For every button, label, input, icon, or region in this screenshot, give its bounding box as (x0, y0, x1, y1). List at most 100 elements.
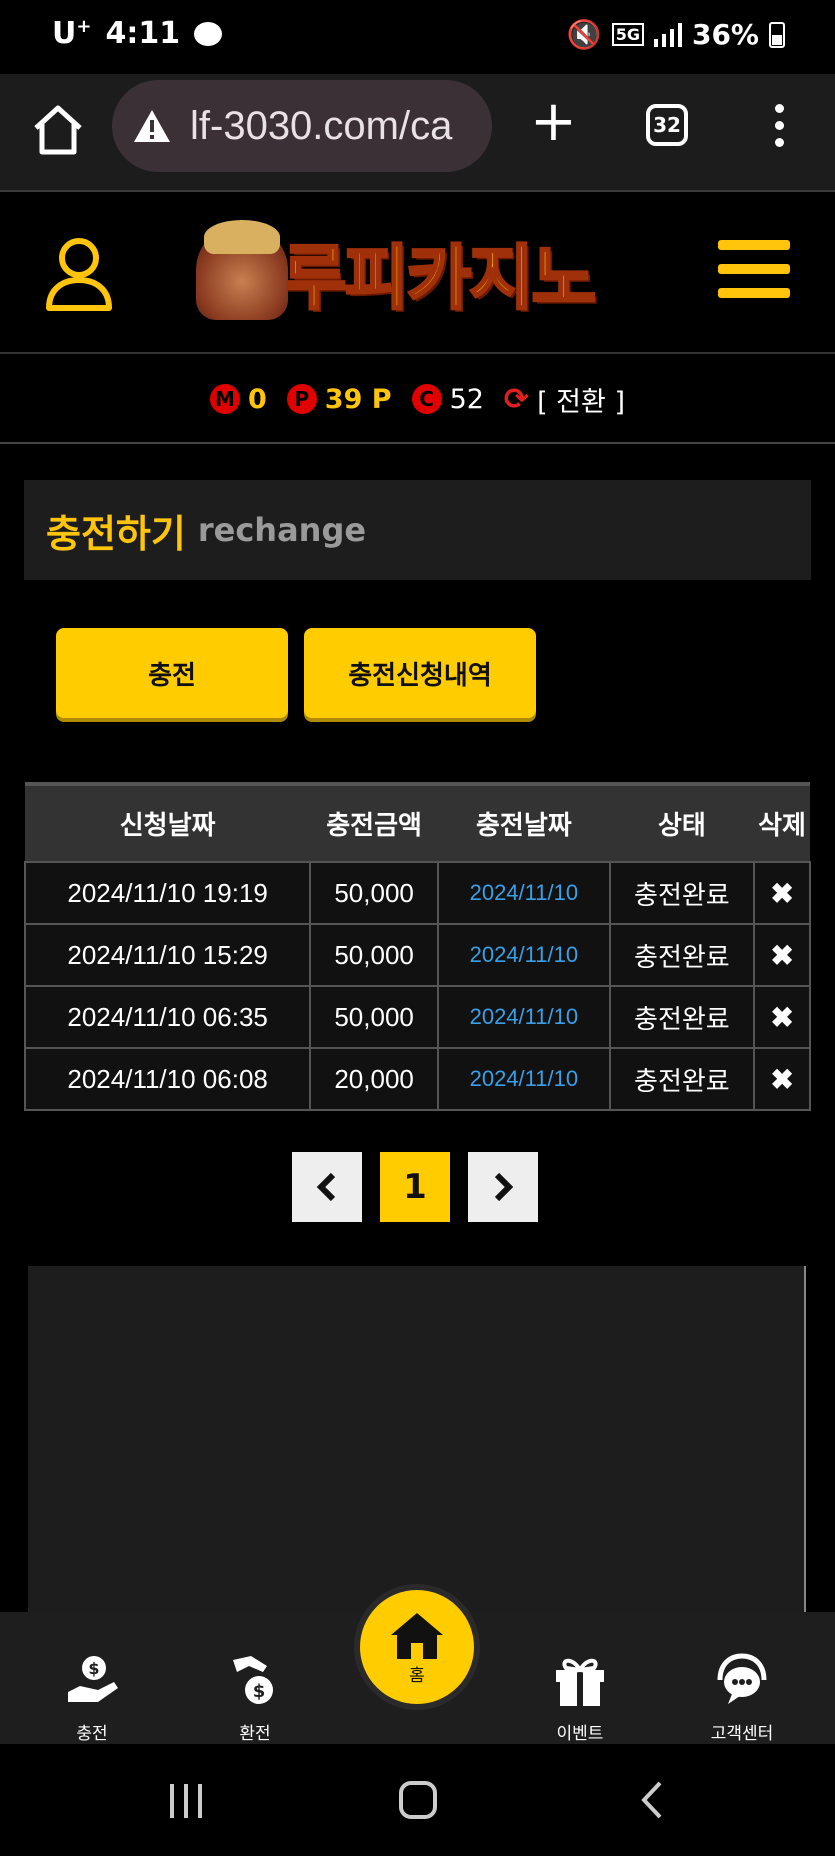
nav-support-label: 고객센터 (710, 1724, 774, 1744)
address-bar[interactable]: lf-3030.com/ca (112, 80, 492, 172)
cell-request-date: 2024/11/10 19:19 (23, 861, 312, 925)
nav-event-label: 이벤트 (556, 1724, 604, 1744)
points-bar: M 0 P 39 P C 52 ⟳ [ 전환 ] (0, 356, 835, 444)
more-menu-icon[interactable] (772, 104, 786, 147)
header-request-date: 신청날짜 (25, 782, 311, 862)
site-header: 루피카지노 (0, 192, 835, 354)
battery-icon (769, 21, 785, 48)
point-badge-icon: P (286, 384, 317, 414)
charge-button[interactable]: 충전 (56, 628, 288, 718)
warning-icon (134, 110, 170, 142)
carrier-name: U (52, 16, 77, 51)
cell-charge-date: 2024/11/10 (437, 923, 611, 987)
nav-exchange-label: 환전 (239, 1724, 271, 1744)
header-amount: 충전금액 (310, 782, 438, 862)
back-icon[interactable] (638, 1780, 668, 1820)
hand-coin-icon: $ (68, 1656, 118, 1702)
logo-character-image (196, 220, 288, 320)
convert-link[interactable]: [ 전환 ] (537, 380, 625, 419)
content-panel (28, 1266, 806, 1616)
home-square-icon[interactable] (398, 1780, 438, 1820)
nav-charge[interactable]: $ 충전 (32, 1652, 152, 1744)
url-text: lf-3030.com/ca (190, 103, 453, 148)
page-number-button[interactable]: 1 (380, 1152, 450, 1222)
house-icon (391, 1612, 443, 1659)
android-nav-bar (0, 1744, 835, 1856)
delete-icon[interactable]: ✖ (753, 985, 811, 1049)
user-icon[interactable] (44, 236, 114, 312)
bottom-nav: $ 충전 $ 환전 홈 이벤트 고객센터 (0, 1584, 835, 1744)
table-row: 2024/11/10 06:08 20,000 2024/11/10 충전완료 … (23, 1047, 811, 1111)
clock: 4:11 (105, 16, 181, 51)
page-title-panel: 충전하기 rechange (24, 480, 811, 580)
cell-status: 충전완료 (608, 1047, 756, 1111)
gift-icon (556, 1658, 604, 1706)
header-status: 상태 (609, 782, 755, 862)
nav-home-label: 홈 (409, 1665, 425, 1686)
browser-toolbar: lf-3030.com/ca + 32 (0, 74, 835, 192)
table-row: 2024/11/10 06:35 50,000 2024/11/10 충전완료 … (23, 985, 811, 1049)
table-row: 2024/11/10 15:29 50,000 2024/11/10 충전완료 … (23, 923, 811, 987)
tab-switcher-button[interactable]: 32 (646, 104, 688, 146)
message-icon (194, 21, 223, 46)
svg-text:$: $ (253, 1681, 266, 1702)
page-subtitle: rechange (197, 511, 367, 549)
header-delete: 삭제 (754, 782, 810, 862)
table-header-row: 신청날짜 충전금액 충전날짜 상태 삭제 (25, 782, 810, 862)
recent-apps-icon[interactable] (166, 1780, 206, 1820)
comp-badge-icon: C (411, 384, 442, 414)
charge-history-button[interactable]: 충전신청내역 (304, 628, 536, 718)
pagination: 1 (292, 1152, 538, 1222)
next-page-button[interactable] (468, 1152, 538, 1222)
comp-value: 52 (449, 383, 484, 415)
new-tab-icon[interactable]: + (530, 94, 577, 150)
cell-amount: 20,000 (309, 1047, 439, 1111)
point-value: 39 P (324, 383, 392, 415)
cell-status: 충전완료 (608, 923, 756, 987)
site-logo[interactable]: 루피카지노 (196, 220, 646, 324)
nav-exchange[interactable]: $ 환전 (195, 1652, 315, 1744)
cell-charge-date: 2024/11/10 (437, 1047, 611, 1111)
cell-charge-date: 2024/11/10 (437, 985, 611, 1049)
money-badge-icon: M (210, 384, 240, 414)
cell-amount: 50,000 (309, 985, 439, 1049)
header-charge-date: 충전날짜 (438, 782, 610, 862)
charge-history-table: 신청날짜 충전금액 충전날짜 상태 삭제 2024/11/10 19:19 50… (23, 782, 811, 1111)
cell-request-date: 2024/11/10 06:35 (23, 985, 312, 1049)
nav-support[interactable]: 고객센터 (682, 1652, 802, 1744)
chevron-left-icon (316, 1172, 336, 1202)
home-icon[interactable] (30, 102, 86, 158)
money-value: 0 (248, 383, 267, 415)
table-row: 2024/11/10 19:19 50,000 2024/11/10 충전완료 … (23, 861, 811, 925)
status-left: U+ 4:11 (52, 16, 223, 51)
cell-amount: 50,000 (309, 923, 439, 987)
headset-chat-icon (717, 1653, 767, 1704)
refresh-icon[interactable]: ⟳ (504, 382, 529, 417)
mute-icon: 🔇 (566, 18, 602, 51)
status-bar: U+ 4:11 🔇 5G 36% (0, 0, 835, 74)
delete-icon[interactable]: ✖ (753, 861, 811, 925)
hand-money-icon: $ (233, 1656, 273, 1704)
chevron-right-icon (494, 1172, 514, 1202)
cell-status: 충전완료 (608, 861, 756, 925)
prev-page-button[interactable] (292, 1152, 362, 1222)
cell-amount: 50,000 (309, 861, 439, 925)
nav-home[interactable]: 홈 (354, 1584, 480, 1710)
nav-event[interactable]: 이벤트 (520, 1652, 640, 1744)
cell-status: 충전완료 (608, 985, 756, 1049)
cell-charge-date: 2024/11/10 (437, 861, 611, 925)
cell-request-date: 2024/11/10 15:29 (23, 923, 312, 987)
carrier-label: U+ (52, 16, 92, 51)
network-type: 5G (611, 23, 644, 46)
page-title: 충전하기 (46, 511, 186, 556)
delete-icon[interactable]: ✖ (753, 1047, 811, 1111)
battery-percent: 36% (691, 18, 759, 51)
signal-icon (653, 22, 682, 47)
logo-text: 루피카지노 (281, 235, 598, 320)
hamburger-menu-icon[interactable] (718, 240, 790, 312)
delete-icon[interactable]: ✖ (753, 923, 811, 987)
svg-text:$: $ (88, 1659, 99, 1678)
cell-request-date: 2024/11/10 06:08 (23, 1047, 312, 1111)
status-right: 🔇 5G 36% (567, 18, 785, 51)
nav-charge-label: 충전 (76, 1724, 108, 1744)
